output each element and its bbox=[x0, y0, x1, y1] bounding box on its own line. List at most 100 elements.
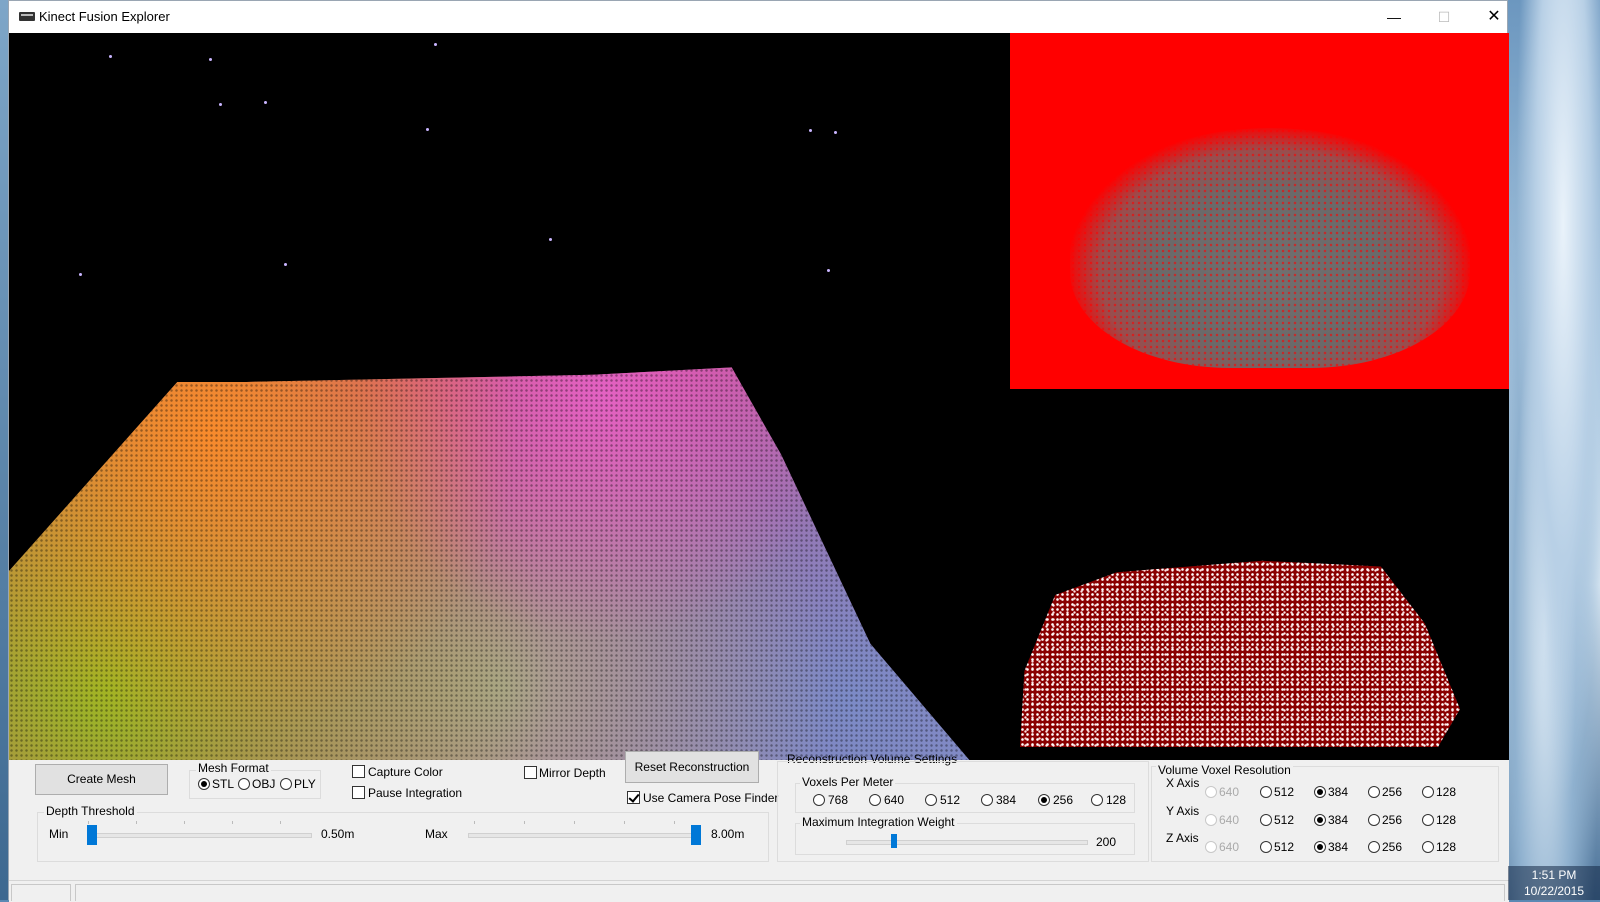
status-bar-pane-fps bbox=[11, 884, 71, 901]
vpm-768-radio[interactable] bbox=[813, 794, 825, 806]
z-128-radio[interactable] bbox=[1422, 841, 1434, 853]
x-512-label[interactable]: 512 bbox=[1274, 785, 1294, 799]
mesh-format-ply-label[interactable]: PLY bbox=[294, 777, 316, 791]
depth-threshold-group: Depth Threshold Min 0.50m Max 8.00m bbox=[37, 804, 769, 862]
status-bar-pane-message bbox=[75, 884, 1505, 901]
z-256-radio[interactable] bbox=[1368, 841, 1380, 853]
x-384-radio[interactable] bbox=[1314, 786, 1326, 798]
slider-tick bbox=[574, 821, 575, 824]
vpm-384-label[interactable]: 384 bbox=[996, 793, 1016, 807]
x-640-label: 640 bbox=[1219, 785, 1240, 799]
x-512-radio[interactable] bbox=[1260, 786, 1272, 798]
mesh-format-group: Mesh Format STL OBJ PLY bbox=[189, 761, 321, 799]
create-mesh-button[interactable]: Create Mesh bbox=[35, 764, 168, 795]
slider-tick bbox=[624, 821, 625, 824]
vpm-128-label[interactable]: 128 bbox=[1106, 793, 1126, 807]
z-axis-label: Z Axis bbox=[1166, 831, 1199, 845]
max-weight-value: 200 bbox=[1096, 835, 1117, 849]
y-256-radio[interactable] bbox=[1368, 814, 1380, 826]
noise-point bbox=[549, 238, 552, 241]
noise-point bbox=[79, 273, 82, 276]
reconstruction-view[interactable] bbox=[9, 33, 999, 760]
slider-tick bbox=[184, 821, 185, 824]
capture-color-checkbox[interactable] bbox=[352, 765, 365, 778]
y-384-label[interactable]: 384 bbox=[1328, 813, 1348, 827]
noise-point bbox=[809, 129, 812, 132]
desktop-background-left bbox=[0, 0, 8, 900]
clock-time: 1:51 PM bbox=[1531, 868, 1577, 882]
vpm-256-radio[interactable] bbox=[1038, 794, 1050, 806]
depth-image-view bbox=[1010, 33, 1509, 389]
close-button[interactable]: ✕ bbox=[1471, 1, 1517, 33]
x-256-label[interactable]: 256 bbox=[1382, 785, 1402, 799]
x-384-label[interactable]: 384 bbox=[1328, 785, 1348, 799]
mesh-format-obj-label[interactable]: OBJ bbox=[252, 777, 275, 791]
vpm-640-label[interactable]: 640 bbox=[884, 793, 904, 807]
max-depth-slider-thumb[interactable] bbox=[691, 825, 701, 845]
use-camera-pose-finder-label[interactable]: Use Camera Pose Finder bbox=[643, 791, 778, 805]
max-weight-slider-thumb[interactable] bbox=[891, 834, 897, 848]
status-bar bbox=[9, 880, 1509, 902]
tracking-blob bbox=[1020, 560, 1460, 747]
voxel-resolution-group: Volume Voxel Resolution X Axis 640 512 3… bbox=[1151, 763, 1499, 862]
slider-tick bbox=[232, 821, 233, 824]
vpm-384-radio[interactable] bbox=[981, 794, 993, 806]
vpm-768-label[interactable]: 768 bbox=[828, 793, 848, 807]
capture-color-label[interactable]: Capture Color bbox=[368, 765, 443, 779]
y-512-label[interactable]: 512 bbox=[1274, 813, 1294, 827]
vpm-512-radio[interactable] bbox=[925, 794, 937, 806]
mesh-format-obj-radio[interactable] bbox=[238, 778, 250, 790]
mesh-format-stl-label[interactable]: STL bbox=[212, 777, 234, 791]
mirror-depth-checkbox[interactable] bbox=[524, 766, 537, 779]
min-depth-value: 0.50m bbox=[321, 827, 355, 841]
vpm-128-radio[interactable] bbox=[1091, 794, 1103, 806]
voxel-resolution-label: Volume Voxel Resolution bbox=[1156, 763, 1293, 777]
x-128-label[interactable]: 128 bbox=[1436, 785, 1456, 799]
x-128-radio[interactable] bbox=[1422, 786, 1434, 798]
vpm-512-label[interactable]: 512 bbox=[940, 793, 960, 807]
x-640-radio bbox=[1205, 786, 1217, 798]
x-256-radio[interactable] bbox=[1368, 786, 1380, 798]
z-640-radio bbox=[1205, 841, 1217, 853]
taskbar-clock[interactable]: 1:51 PM 10/22/2015 bbox=[1508, 866, 1600, 900]
noise-point bbox=[834, 131, 837, 134]
noise-point bbox=[284, 263, 287, 266]
y-512-radio[interactable] bbox=[1260, 814, 1272, 826]
mesh-format-ply-radio[interactable] bbox=[280, 778, 292, 790]
minimize-button[interactable]: — bbox=[1371, 1, 1417, 33]
noise-point bbox=[209, 58, 212, 61]
y-128-label[interactable]: 128 bbox=[1436, 813, 1456, 827]
z-384-radio[interactable] bbox=[1314, 841, 1326, 853]
y-128-radio[interactable] bbox=[1422, 814, 1434, 826]
desktop-background-right bbox=[1508, 0, 1600, 900]
max-weight-track[interactable] bbox=[846, 840, 1088, 845]
z-128-label[interactable]: 128 bbox=[1436, 840, 1456, 854]
vpm-256-label[interactable]: 256 bbox=[1053, 793, 1073, 807]
use-camera-pose-finder-checkbox[interactable] bbox=[627, 791, 640, 804]
z-384-label[interactable]: 384 bbox=[1328, 840, 1348, 854]
app-icon bbox=[19, 12, 35, 21]
y-256-label[interactable]: 256 bbox=[1382, 813, 1402, 827]
voxels-per-meter-label: Voxels Per Meter bbox=[800, 775, 896, 789]
pause-integration-checkbox[interactable] bbox=[352, 786, 365, 799]
z-512-radio[interactable] bbox=[1260, 841, 1272, 853]
tracking-residuals-view bbox=[1010, 389, 1509, 760]
mirror-depth-label[interactable]: Mirror Depth bbox=[539, 766, 606, 780]
y-640-radio bbox=[1205, 814, 1217, 826]
pause-integration-label[interactable]: Pause Integration bbox=[368, 786, 462, 800]
mesh-format-label: Mesh Format bbox=[196, 761, 271, 775]
maximize-button[interactable]: ☐ bbox=[1421, 1, 1467, 33]
vpm-640-radio[interactable] bbox=[869, 794, 881, 806]
mesh-format-stl-radio[interactable] bbox=[198, 778, 210, 790]
y-384-radio[interactable] bbox=[1314, 814, 1326, 826]
min-label: Min bbox=[49, 827, 69, 841]
control-panel: Create Mesh Mesh Format STL OBJ PLY Capt… bbox=[9, 751, 1509, 880]
title-bar: Kinect Fusion Explorer — ☐ ✕ bbox=[9, 1, 1507, 33]
reset-reconstruction-button[interactable]: Reset Reconstruction bbox=[625, 751, 759, 783]
z-256-label[interactable]: 256 bbox=[1382, 840, 1402, 854]
min-depth-track[interactable] bbox=[88, 833, 312, 838]
x-axis-label: X Axis bbox=[1166, 776, 1200, 790]
min-depth-slider-thumb[interactable] bbox=[87, 825, 97, 845]
max-depth-track[interactable] bbox=[468, 833, 700, 838]
z-512-label[interactable]: 512 bbox=[1274, 840, 1294, 854]
